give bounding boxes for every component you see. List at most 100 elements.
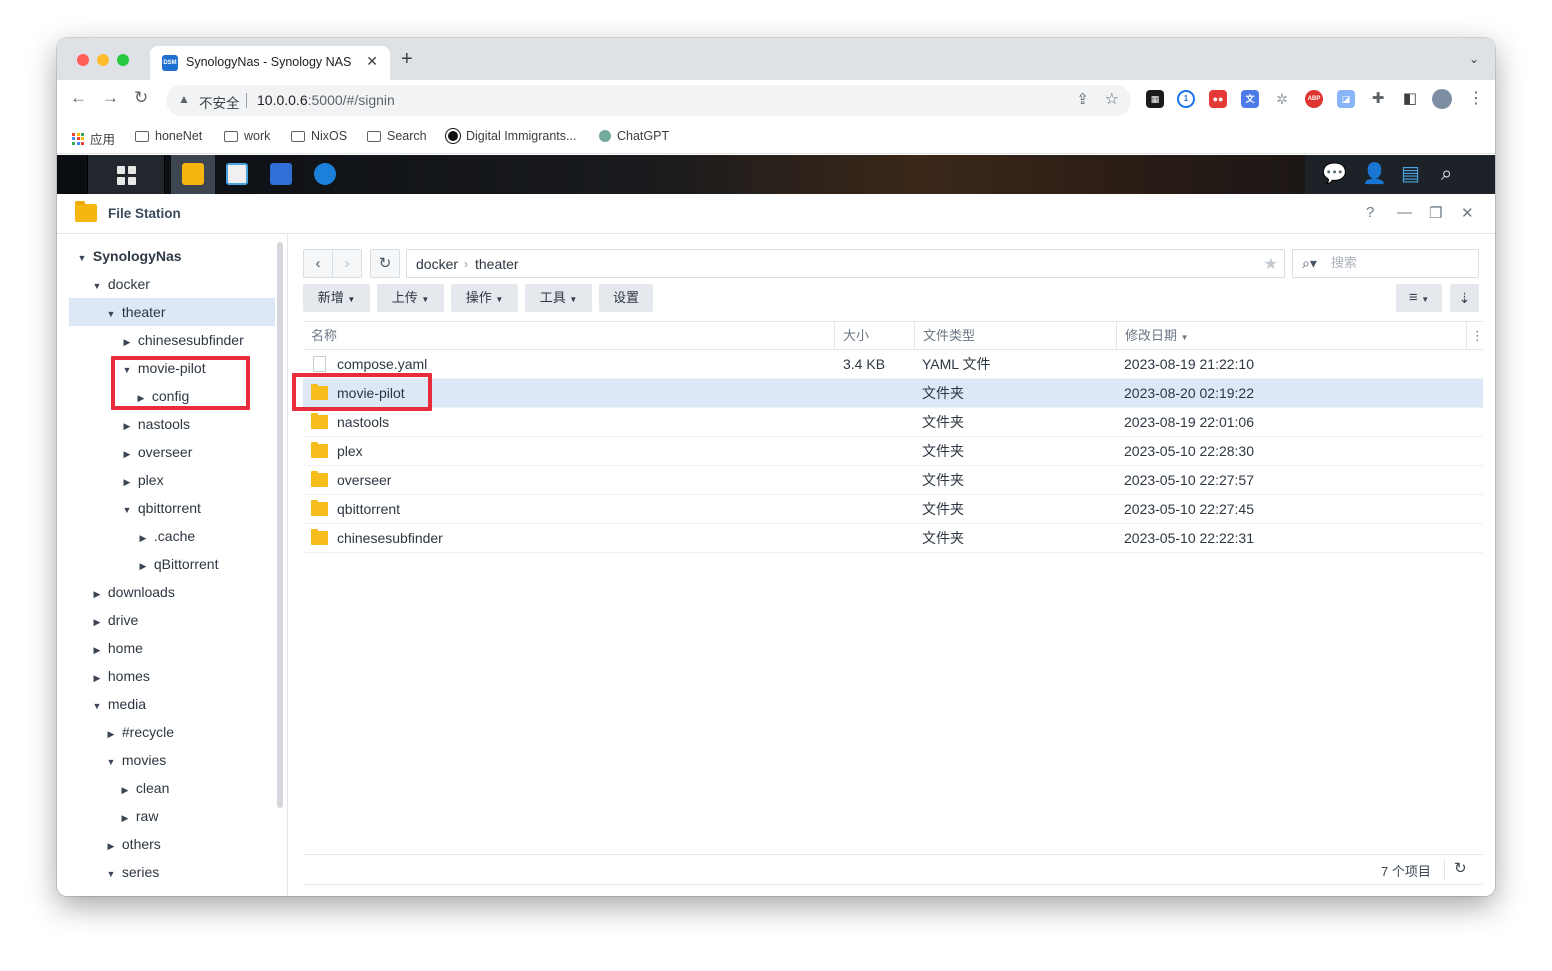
minimize-button[interactable]: — (1397, 204, 1412, 221)
close-button[interactable]: ✕ (1461, 204, 1474, 222)
user-icon[interactable]: 👤 (1362, 162, 1387, 186)
tree-item-drive[interactable]: ▶ drive (90, 606, 139, 636)
restore-button[interactable]: ❐ (1429, 204, 1442, 222)
caret-down-icon[interactable]: ▼ (75, 244, 89, 272)
tree-item-others[interactable]: ▶ others (104, 830, 161, 858)
tree-item-overseer[interactable]: ▶ overseer (120, 438, 193, 468)
minimize-window-button[interactable] (97, 54, 109, 66)
bookmark-search[interactable]: Search (367, 129, 427, 143)
profile-avatar[interactable] (1432, 89, 1452, 109)
extension-stats-icon[interactable]: ▦ (1146, 90, 1164, 108)
back-arrow-icon[interactable]: ← (70, 88, 87, 108)
caret-right-icon[interactable]: ▶ (118, 804, 132, 832)
back-button[interactable]: ‹ (303, 249, 333, 278)
taskbar-control-panel[interactable] (259, 155, 303, 194)
tree-item-downloads[interactable]: ▶ downloads (90, 578, 175, 606)
action-button[interactable]: 操作 ▼ (451, 284, 518, 312)
browser-menu-icon[interactable]: ⋮ (1468, 89, 1484, 109)
column-options-icon[interactable]: ⋮ (1466, 322, 1484, 350)
table-row[interactable]: movie-pilot 文件夹 2023-08-20 02:19:22 (303, 379, 1483, 408)
caret-right-icon[interactable]: ▶ (120, 440, 134, 468)
new-button[interactable]: 新增 ▼ (303, 284, 370, 312)
search-icon[interactable]: ⌕ (1441, 162, 1452, 186)
forward-arrow-icon[interactable]: → (102, 88, 119, 108)
address-bar[interactable]: ▲ 不安全 10.0.0.6:5000/#/signin ⇪ ☆ (166, 85, 1131, 116)
footer-refresh-icon[interactable]: ↻ (1454, 859, 1467, 877)
column-header-size[interactable]: 大小 (834, 322, 914, 350)
tree-item-qbittorrent[interactable]: ▼ qbittorrent (120, 494, 201, 522)
table-row[interactable]: compose.yaml 3.4 KB YAML 文件 2023-08-19 2… (303, 350, 1483, 379)
extension-red-icon[interactable]: ●● (1209, 90, 1227, 108)
translate-icon[interactable]: 文 (1241, 90, 1259, 108)
table-row[interactable]: qbittorrent 文件夹 2023-05-10 22:27:45 (303, 495, 1483, 524)
tab-search-chevron-icon[interactable]: ⌄ (1469, 52, 1479, 66)
taskbar-container-manager[interactable] (303, 155, 347, 194)
notifications-chat-icon[interactable]: 💬 (1322, 162, 1347, 186)
bookmark-star-icon[interactable]: ☆ (1105, 89, 1119, 109)
search-icon[interactable]: ⌕▾ (1302, 255, 1317, 272)
tree-item-media[interactable]: ▼ media (90, 690, 147, 720)
side-panel-icon[interactable]: ◧ (1401, 90, 1419, 108)
tree-item-clean[interactable]: ▶ clean (118, 774, 170, 802)
breadcrumb[interactable]: docker › theater ★ (406, 249, 1285, 278)
caret-down-icon[interactable]: ▼ (104, 300, 118, 328)
tree-item-nastools[interactable]: ▶ nastools (120, 410, 191, 440)
help-button[interactable]: ? (1366, 204, 1374, 221)
tree-item-series[interactable]: ▼ series (104, 858, 160, 888)
tree-item-recycle[interactable]: ▶ #recycle (104, 718, 175, 748)
caret-right-icon[interactable]: ▶ (90, 580, 104, 608)
tree-item-homes[interactable]: ▶ homes (90, 662, 150, 690)
tree-item-movies[interactable]: ▼ movies (104, 746, 167, 774)
caret-right-icon[interactable]: ▶ (120, 412, 134, 440)
bookmark-apps[interactable]: 应用 (72, 129, 115, 148)
tree-item-theater[interactable]: ▼ theater (104, 298, 166, 328)
caret-down-icon[interactable]: ▼ (90, 272, 104, 300)
taskbar-package-center[interactable] (215, 155, 259, 194)
reload-icon[interactable]: ↻ (134, 88, 148, 108)
tree-item-docker[interactable]: ▼ docker (90, 270, 150, 298)
tree-item-chinesesubfinder[interactable]: ▶ chinesesubfinder (120, 326, 244, 354)
upload-button[interactable]: 上传 ▼ (377, 284, 444, 312)
breadcrumb-segment[interactable]: theater (475, 256, 519, 272)
caret-right-icon[interactable]: ▶ (104, 720, 118, 748)
bookmark-digital-immigrants[interactable]: Digital Immigrants... (446, 129, 576, 143)
password-manager-icon[interactable]: 1 (1177, 90, 1195, 108)
url-text[interactable]: 10.0.0.6:5000/#/signin (257, 92, 395, 108)
caret-right-icon[interactable]: ▶ (136, 552, 150, 580)
caret-right-icon[interactable]: ▶ (104, 832, 118, 860)
tree-root[interactable]: ▼ SynologyNas (75, 242, 182, 270)
maximize-window-button[interactable] (117, 54, 129, 66)
favorite-star-icon[interactable]: ★ (1264, 254, 1278, 274)
sort-button[interactable]: ⇣ (1450, 284, 1479, 312)
table-row[interactable]: nastools 文件夹 2023-08-19 22:01:06 (303, 408, 1483, 437)
bookmark-nixos[interactable]: NixOS (291, 129, 347, 143)
view-mode-button[interactable]: ≡ ▼ (1396, 284, 1442, 312)
caret-right-icon[interactable]: ▶ (90, 664, 104, 692)
caret-right-icon[interactable]: ▶ (90, 636, 104, 664)
extension-blue-icon[interactable]: ◪ (1337, 90, 1355, 108)
tree-item-plex[interactable]: ▶ plex (120, 466, 164, 494)
forward-button[interactable]: › (332, 249, 362, 278)
insecure-label[interactable]: 不安全 (199, 92, 240, 112)
caret-down-icon[interactable]: ▼ (90, 692, 104, 720)
new-tab-button[interactable]: + (401, 49, 413, 69)
table-row[interactable]: overseer 文件夹 2023-05-10 22:27:57 (303, 466, 1483, 495)
adblock-icon[interactable]: ABP (1305, 90, 1323, 108)
table-row[interactable]: chinesesubfinder 文件夹 2023-05-10 22:22:31 (303, 524, 1483, 553)
caret-right-icon[interactable]: ▶ (90, 608, 104, 636)
bookmark-chatgpt[interactable]: ChatGPT (599, 129, 669, 143)
refresh-button[interactable]: ↻ (370, 249, 400, 278)
tree-item-home[interactable]: ▶ home (90, 634, 143, 662)
column-header-type[interactable]: 文件类型 (914, 322, 1116, 350)
share-icon[interactable]: ⇪ (1076, 90, 1089, 108)
column-header-modified[interactable]: 修改日期 ▼ (1116, 322, 1466, 350)
tab-close-icon[interactable]: ✕ (366, 53, 378, 70)
caret-down-icon[interactable]: ▼ (104, 860, 118, 888)
caret-down-icon[interactable]: ▼ (120, 496, 134, 524)
tree-scrollbar[interactable] (277, 242, 283, 808)
bookmark-honenet[interactable]: honeNet (135, 129, 202, 143)
extension-gray-icon[interactable]: ✲ (1273, 90, 1291, 108)
tools-button[interactable]: 工具 ▼ (525, 284, 592, 312)
tree-item-qbittorrent-config[interactable]: ▶ qBittorrent (136, 550, 219, 580)
settings-button[interactable]: 设置 (599, 284, 653, 312)
